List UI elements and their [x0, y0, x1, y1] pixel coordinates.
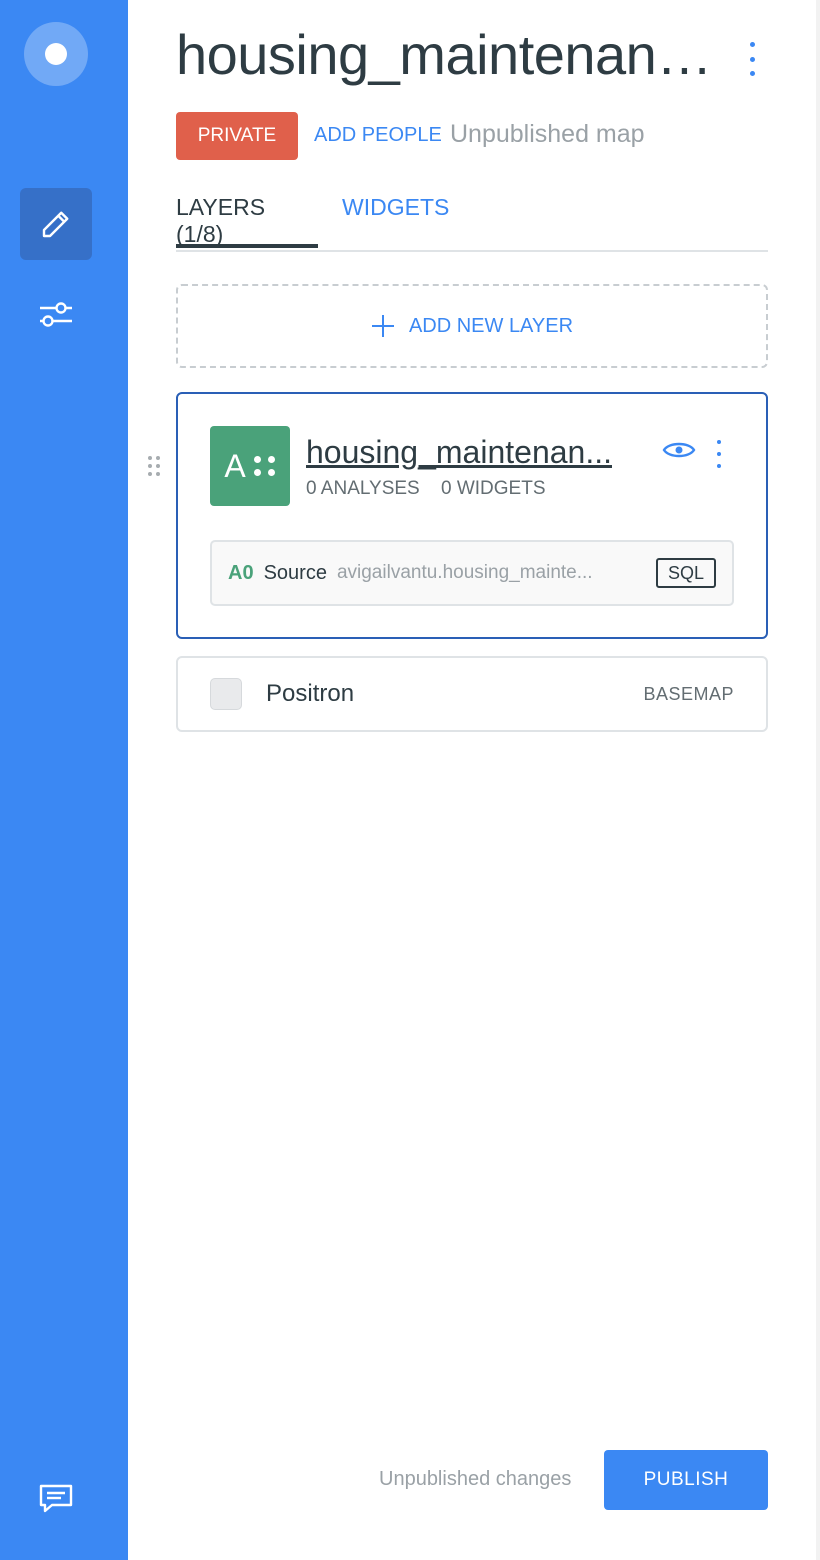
edit-pencil-icon[interactable] — [20, 188, 92, 260]
basemap-card[interactable]: Positron BASEMAP — [176, 656, 768, 732]
source-label: Source — [263, 561, 327, 584]
tab-layers[interactable]: LAYERS (1/8) — [176, 190, 318, 248]
map-options-kebab-icon[interactable] — [740, 42, 764, 76]
map-status-text: Unpublished map — [450, 120, 645, 148]
add-new-layer-label: ADD NEW LAYER — [408, 314, 574, 337]
sql-button[interactable]: SQL — [655, 558, 716, 588]
layer-card[interactable]: A housing_maintenan... 0 ANALYSES 0 WIDG… — [176, 392, 768, 639]
basemap-tag: BASEMAP — [643, 684, 734, 704]
basemap-thumbnail — [210, 678, 242, 710]
source-dataset-name: avigailvantu.housing_mainte... — [336, 562, 593, 583]
layer-source-row[interactable]: A0 Source avigailvantu.housing_mainte...… — [210, 540, 734, 606]
layer-thumbnail[interactable]: A — [210, 426, 290, 506]
visibility-eye-icon[interactable] — [662, 438, 696, 462]
layer-thumb-letter: A — [224, 447, 246, 484]
layer-widgets-count: 0 WIDGETS — [441, 478, 546, 499]
add-people-link[interactable]: ADD PEOPLE — [314, 124, 442, 147]
panel-tabs: LAYERS (1/8) WIDGETS — [176, 190, 768, 252]
tab-widgets[interactable]: WIDGETS — [342, 190, 449, 221]
layer-analyses-count: 0 ANALYSES — [306, 478, 420, 499]
basemap-name: Positron — [266, 680, 355, 707]
plus-icon — [371, 314, 395, 338]
layer-points-icon — [253, 456, 276, 476]
source-node-id: A0 — [228, 561, 254, 584]
settings-sliders-icon[interactable] — [36, 294, 76, 334]
logo-icon[interactable] — [24, 22, 88, 86]
add-new-layer-button[interactable]: ADD NEW LAYER — [176, 284, 768, 368]
layer-meta: 0 ANALYSES 0 WIDGETS — [306, 478, 562, 500]
privacy-button[interactable]: PRIVATE — [176, 112, 298, 160]
publish-button[interactable]: PUBLISH — [604, 1450, 768, 1510]
drag-handle-icon[interactable] — [146, 454, 162, 478]
panel-right-edge — [816, 0, 820, 1560]
layer-name-link[interactable]: housing_maintenan... — [306, 432, 631, 472]
publish-status-text: Unpublished changes — [379, 1468, 572, 1490]
layer-options-kebab-icon[interactable] — [714, 440, 724, 468]
left-rail — [0, 0, 128, 1560]
map-title[interactable]: housing_maintenanc... — [176, 22, 716, 88]
feedback-chat-icon[interactable] — [36, 1478, 76, 1518]
